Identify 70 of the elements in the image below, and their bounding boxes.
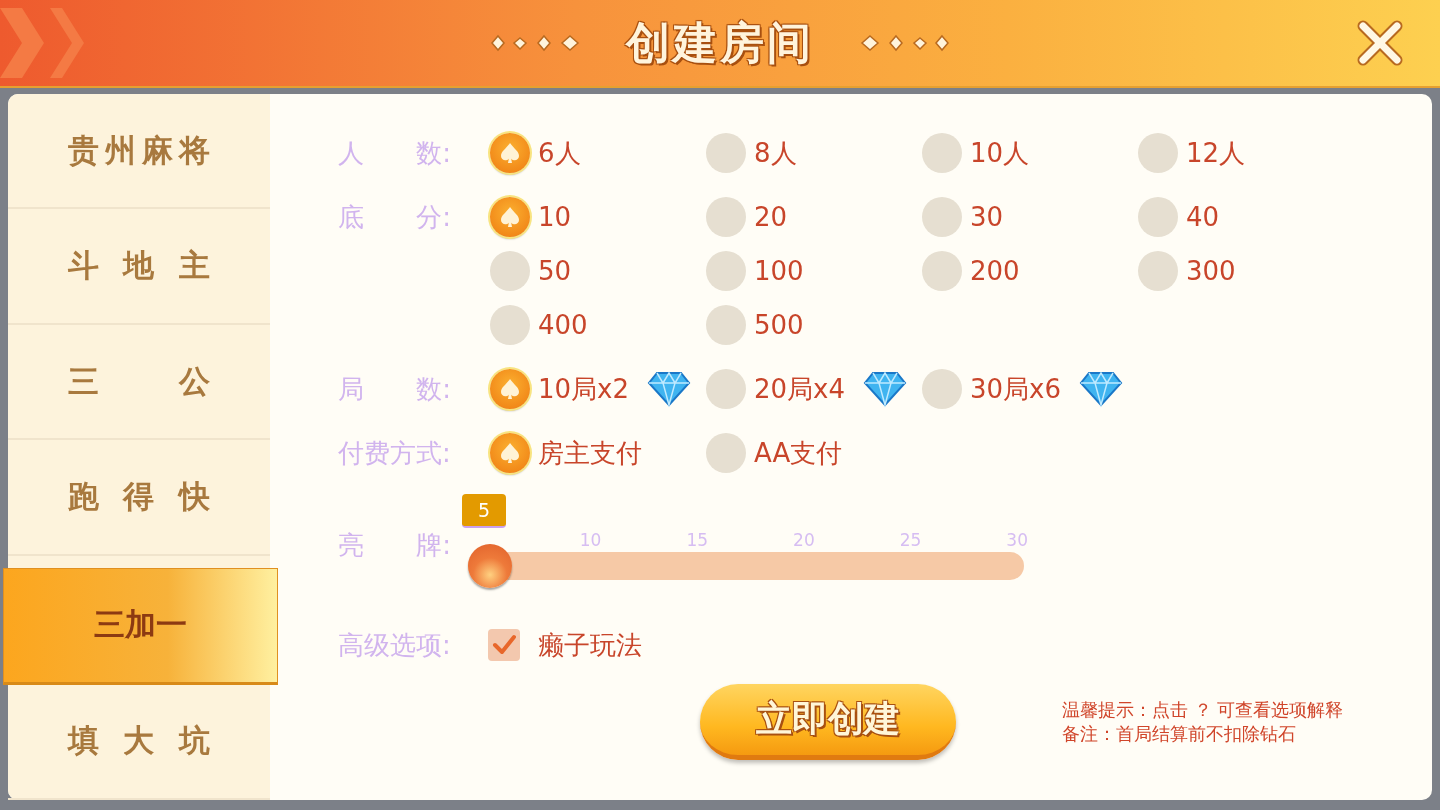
radio-button[interactable] [1138, 197, 1178, 237]
radio-option[interactable]: 300 [1138, 248, 1354, 294]
radio-button[interactable] [490, 369, 530, 409]
option-label: 人 数: [338, 137, 453, 170]
tick-label: 30 [1006, 530, 1028, 550]
window-title: 创建房间 [626, 15, 814, 70]
radio-option[interactable]: 20局x4 [706, 366, 922, 412]
sidebar-tab[interactable]: 三 公 [8, 324, 270, 441]
radio-option[interactable]: 房主支付 [490, 430, 706, 476]
radio-button[interactable] [706, 369, 746, 409]
option-label: 高级选项: [338, 629, 452, 662]
radio-button[interactable] [922, 197, 962, 237]
radio-option[interactable]: 400 [490, 302, 706, 348]
radio-option[interactable]: 500 [706, 302, 922, 348]
sidebar-tab[interactable]: 贵州麻将 [8, 94, 270, 210]
radio-button[interactable] [706, 433, 746, 473]
option-label: 亮 牌: [338, 529, 453, 562]
hint-text: 备注：首局结算前不扣除钻石 [1062, 722, 1297, 746]
sidebar-tab[interactable]: 三加一 [3, 567, 278, 685]
value-tooltip: 5 [462, 494, 506, 528]
radio-button[interactable] [1138, 251, 1178, 291]
radio-option[interactable]: 20 [706, 194, 922, 240]
radio-button[interactable] [706, 133, 746, 173]
sidebar-tab[interactable]: 跑 得 快 [8, 440, 270, 556]
radio-option[interactable]: 10 [490, 194, 706, 240]
tick-label: 20 [793, 530, 815, 550]
tick-label: 10 [579, 530, 602, 550]
tick-label: 15 [686, 530, 709, 550]
radio-option[interactable]: 12人 [1138, 130, 1354, 176]
radio-button[interactable] [490, 251, 530, 291]
hint-text: 温馨提示：点击 ？ 可查看选项解释 [1062, 698, 1344, 722]
sidebar-tab[interactable]: 填 大 坑 [8, 684, 270, 801]
option-label: 底 分: [338, 201, 453, 234]
diamond-icon [863, 369, 907, 409]
spade-icon [498, 205, 522, 229]
radio-option[interactable]: 200 [922, 248, 1138, 294]
radio-option[interactable]: 8人 [706, 130, 922, 176]
radio-option[interactable]: 100 [706, 248, 922, 294]
radio-option[interactable]: 30 [922, 194, 1138, 240]
slider-track[interactable] [468, 544, 1024, 588]
diamond-icon [647, 369, 691, 409]
radio-option[interactable]: 50 [490, 248, 706, 294]
radio-button[interactable] [490, 133, 530, 173]
radio-option[interactable]: AA支付 [706, 430, 922, 476]
radio-button[interactable] [1138, 133, 1178, 173]
radio-option[interactable]: 30局x6 [922, 366, 1138, 412]
radio-button[interactable] [922, 251, 962, 291]
tick-label: 25 [899, 530, 922, 550]
checkbox[interactable] [488, 629, 520, 661]
radio-button[interactable] [922, 133, 962, 173]
spade-icon [498, 441, 522, 465]
spade-icon [498, 377, 522, 401]
spade-icon [498, 141, 522, 165]
slider-thumb[interactable] [468, 544, 512, 588]
radio-button[interactable] [922, 369, 962, 409]
radio-button[interactable] [706, 197, 746, 237]
option-label: 付费方式: [338, 437, 452, 470]
radio-option[interactable]: 10人 [922, 130, 1138, 176]
radio-option[interactable]: 10局x2 [490, 366, 706, 412]
radio-option[interactable]: 6人 [490, 130, 706, 176]
radio-button[interactable] [490, 305, 530, 345]
radio-button[interactable] [706, 305, 746, 345]
radio-option[interactable]: 40 [1138, 194, 1354, 240]
checkbox-option[interactable]: 癞子玩法 [488, 622, 706, 668]
radio-button[interactable] [490, 197, 530, 237]
diamond-icon [1079, 369, 1123, 409]
sidebar-tab[interactable]: 斗 地 主 [8, 209, 270, 325]
option-label: 局 数: [338, 373, 453, 406]
radio-button[interactable] [490, 433, 530, 473]
radio-button[interactable] [706, 251, 746, 291]
